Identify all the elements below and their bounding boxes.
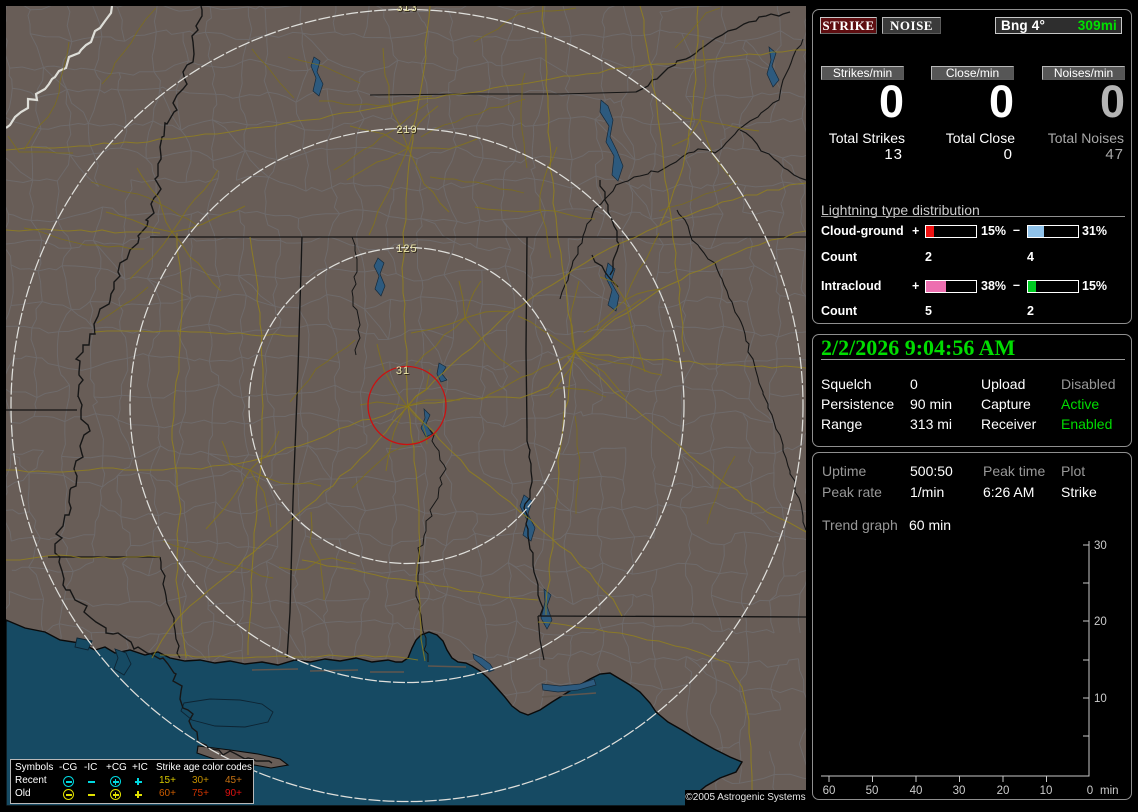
- svg-text:10: 10: [1094, 693, 1107, 705]
- svg-text:31: 31: [396, 365, 410, 377]
- svg-text:313: 313: [396, 6, 417, 14]
- svg-text:0: 0: [1087, 785, 1093, 797]
- svg-text:60: 60: [823, 785, 836, 797]
- svg-text:10: 10: [1040, 785, 1053, 797]
- svg-text:219: 219: [396, 124, 417, 136]
- svg-text:min: min: [1100, 785, 1119, 797]
- svg-text:30: 30: [953, 785, 966, 797]
- svg-text:20: 20: [997, 785, 1010, 797]
- svg-text:30: 30: [1094, 540, 1107, 552]
- svg-text:125: 125: [396, 243, 417, 255]
- svg-text:40: 40: [910, 785, 923, 797]
- svg-text:20: 20: [1094, 616, 1107, 628]
- svg-text:50: 50: [866, 785, 879, 797]
